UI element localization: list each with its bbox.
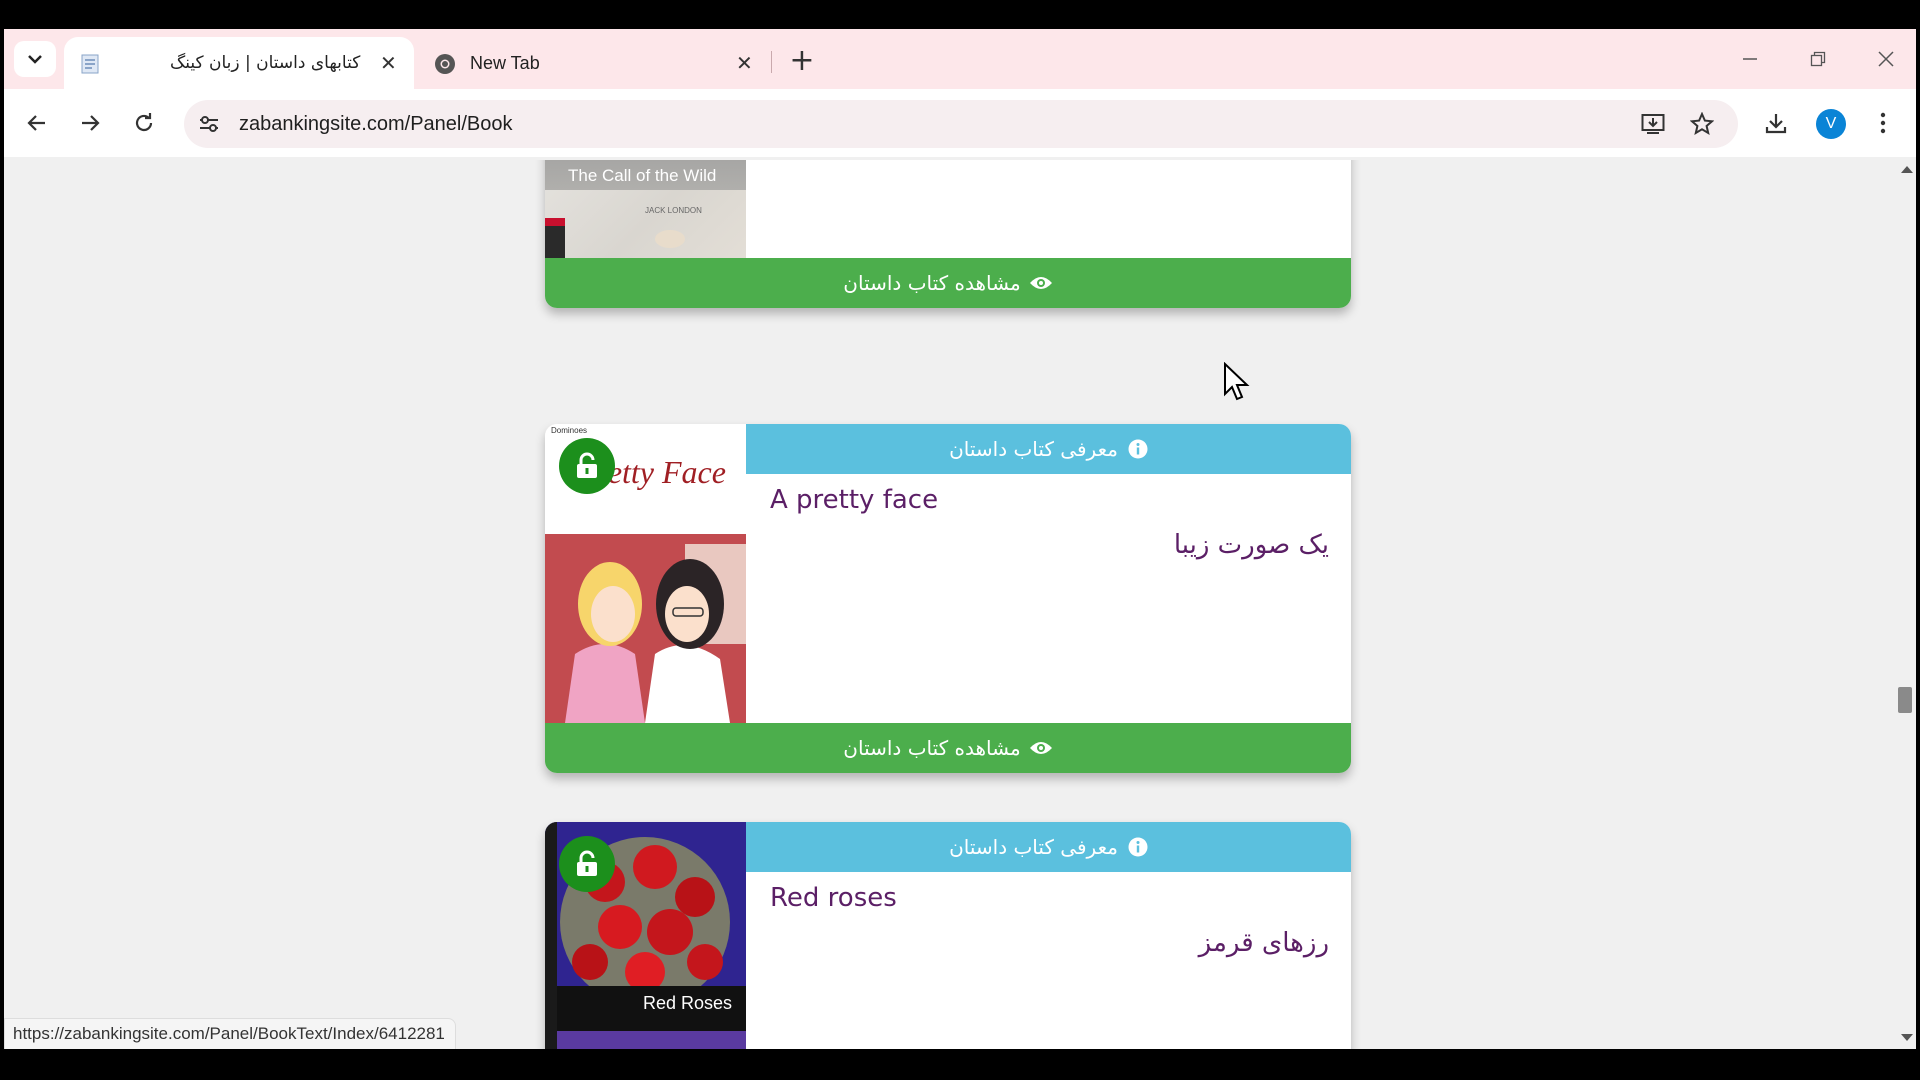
mouse-cursor-icon xyxy=(1224,362,1250,401)
browser-toolbar: zabankingsite.com/Panel/Book V xyxy=(4,89,1916,157)
plus-icon: + xyxy=(789,42,815,78)
info-circle-icon xyxy=(1128,439,1148,459)
forward-button[interactable] xyxy=(70,103,110,143)
book-card: Red Roses معرفی کتاب داستان Red roses رز… xyxy=(545,822,1351,1049)
browser-menu-button[interactable] xyxy=(1863,103,1903,143)
reload-icon xyxy=(135,113,153,132)
book-intro-label: معرفی کتاب داستان xyxy=(949,835,1118,859)
book-title-english[interactable]: Red roses xyxy=(770,883,897,913)
browser-window: کتابهای داستان | زبان کینگ ✕ New Tab ✕ + xyxy=(4,29,1916,1049)
view-book-button[interactable]: مشاهده کتاب داستان xyxy=(545,723,1351,773)
site-settings-icon[interactable] xyxy=(198,114,220,134)
minimize-button[interactable] xyxy=(1720,37,1780,81)
tab-search-button[interactable] xyxy=(14,41,56,77)
tab-books[interactable]: کتابهای داستان | زبان کینگ ✕ xyxy=(64,37,414,89)
close-window-button[interactable] xyxy=(1856,37,1916,81)
book-card: Dominoes Pretty Face معرفی کتاب داستان A… xyxy=(545,424,1351,773)
view-book-label: مشاهده کتاب داستان xyxy=(843,736,1021,760)
view-book-button[interactable]: مشاهده کتاب داستان xyxy=(545,258,1351,308)
book-title-english[interactable]: A pretty face xyxy=(770,485,938,515)
arrow-left-icon xyxy=(27,115,45,131)
cover-title: Red Roses xyxy=(643,993,733,1013)
unlock-icon xyxy=(577,850,597,876)
book-title-persian: یک صورت زیبا xyxy=(1173,530,1329,560)
scroll-up-arrow-icon[interactable] xyxy=(1901,166,1913,173)
page-content: The Call of the Wild JACK LONDON مشاهده … xyxy=(4,160,1894,1049)
cover-series: Dominoes xyxy=(551,426,588,435)
view-book-label: مشاهده کتاب داستان xyxy=(843,271,1021,295)
new-tab-button[interactable]: + xyxy=(782,42,822,78)
tab-title: کتابهای داستان | زبان کینگ xyxy=(170,53,361,73)
chevron-down-icon xyxy=(28,55,42,64)
info-circle-icon xyxy=(1128,837,1148,857)
cover-title: The Call of the Wild xyxy=(568,166,717,185)
download-icon xyxy=(1765,114,1787,134)
book-title-persian: رزهای قرمز xyxy=(1198,928,1329,958)
tab-separator xyxy=(771,51,772,73)
downloads-button[interactable] xyxy=(1756,103,1796,143)
tab-strip: کتابهای داستان | زبان کینگ ✕ New Tab ✕ + xyxy=(4,29,1916,89)
install-app-icon[interactable] xyxy=(1641,113,1665,135)
unlocked-badge xyxy=(559,438,615,494)
more-vertical-icon xyxy=(1880,112,1886,134)
bookmark-star-icon[interactable] xyxy=(1690,112,1714,136)
tab-title: New Tab xyxy=(470,52,540,73)
close-icon xyxy=(1878,51,1894,67)
restore-button[interactable] xyxy=(1788,37,1848,81)
profile-avatar[interactable]: V xyxy=(1816,109,1846,139)
chrome-icon xyxy=(435,54,455,74)
scrollbar-thumb[interactable] xyxy=(1898,687,1912,713)
restore-icon xyxy=(1810,51,1826,67)
tab-new-tab[interactable]: New Tab ✕ xyxy=(422,37,772,89)
eye-icon xyxy=(1029,277,1052,289)
book-intro-label: معرفی کتاب داستان xyxy=(949,437,1118,461)
address-bar[interactable]: zabankingsite.com/Panel/Book xyxy=(184,100,1738,148)
book-cover[interactable]: Dominoes Pretty Face xyxy=(545,424,746,723)
scroll-down-arrow-icon[interactable] xyxy=(1901,1034,1913,1041)
eye-icon xyxy=(1029,742,1052,754)
url-text[interactable]: zabankingsite.com/Panel/Book xyxy=(239,113,513,136)
book-cover[interactable]: Red Roses xyxy=(545,822,746,1049)
close-tab-icon[interactable]: ✕ xyxy=(380,51,397,75)
book-intro-button[interactable]: معرفی کتاب داستان xyxy=(746,822,1351,872)
cover-author: JACK LONDON xyxy=(645,206,702,215)
close-tab-icon[interactable]: ✕ xyxy=(736,51,753,75)
book-cover[interactable]: The Call of the Wild JACK LONDON xyxy=(545,160,746,258)
arrow-right-icon xyxy=(82,115,100,131)
reload-button[interactable] xyxy=(124,103,164,143)
page-scrollbar[interactable] xyxy=(1894,160,1916,1049)
cover-illustration xyxy=(545,534,746,723)
back-button[interactable] xyxy=(17,103,57,143)
minimize-icon xyxy=(1743,58,1757,60)
unlocked-badge xyxy=(559,836,615,892)
status-bar-url: https://zabankingsite.com/Panel/BookText… xyxy=(4,1018,456,1049)
book-intro-button[interactable]: معرفی کتاب داستان xyxy=(746,424,1351,474)
unlock-icon xyxy=(577,452,597,478)
book-card: The Call of the Wild JACK LONDON مشاهده … xyxy=(545,160,1351,308)
page-favicon-icon xyxy=(81,54,99,74)
